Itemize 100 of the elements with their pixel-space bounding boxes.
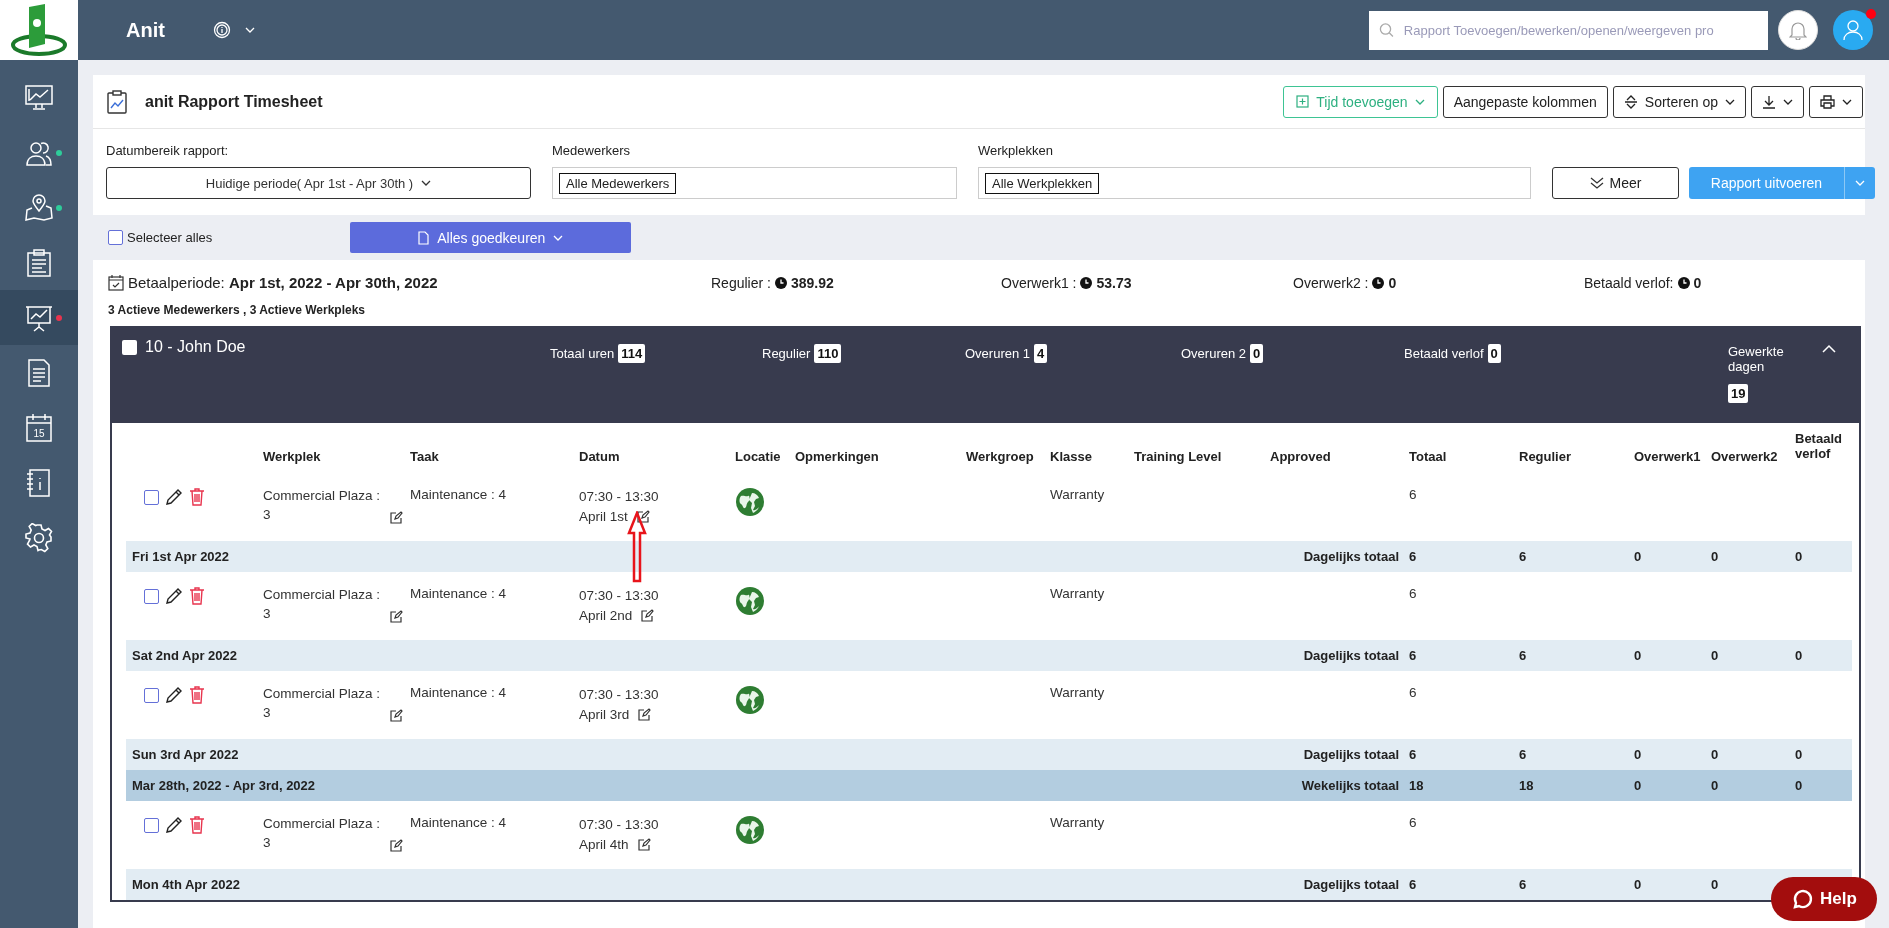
app-name: Anit bbox=[126, 18, 165, 42]
column-header: Betaald verlof bbox=[1795, 431, 1842, 461]
chevron-up-icon[interactable] bbox=[1822, 344, 1836, 353]
column-header: Datum bbox=[579, 449, 620, 464]
daily-total-label: Dagelijks totaal bbox=[1303, 747, 1399, 762]
sort-button[interactable]: Sorteren op bbox=[1612, 85, 1746, 118]
date-range-dropdown[interactable]: Huidige periode( Apr 1st - Apr 30th ) bbox=[106, 167, 531, 199]
total-label: Overwerk1 : bbox=[1001, 274, 1077, 291]
date-text: April 1st bbox=[579, 508, 628, 524]
globe-icon[interactable] bbox=[735, 815, 765, 845]
row-checkbox[interactable] bbox=[144, 588, 159, 604]
caret-icon bbox=[1414, 98, 1425, 105]
task-text: Maintenance : 4 bbox=[410, 487, 507, 502]
column-header: Werkplek bbox=[263, 449, 321, 464]
daily-total-label: Dagelijks totaal bbox=[1303, 549, 1399, 564]
row-checkbox[interactable] bbox=[144, 687, 159, 703]
select-all-checkbox[interactable] bbox=[108, 230, 123, 245]
edit-icon[interactable] bbox=[636, 838, 651, 852]
trash-icon[interactable] bbox=[189, 488, 205, 506]
pencil-icon[interactable] bbox=[165, 488, 183, 506]
weekly-total-label: Wekelijks totaal bbox=[1301, 778, 1399, 793]
settings-icon[interactable] bbox=[24, 522, 54, 553]
task-text: Maintenance : 4 bbox=[410, 685, 507, 700]
total-value: 18 bbox=[1519, 778, 1534, 793]
total-value: 0 bbox=[1634, 747, 1642, 762]
total-value: 0 bbox=[1795, 549, 1803, 564]
total-value: 6 bbox=[1409, 747, 1417, 762]
date-text: April 3rd bbox=[579, 706, 630, 722]
approve-all-button[interactable]: Alles goedkeuren bbox=[350, 222, 632, 253]
user-avatar[interactable] bbox=[1833, 10, 1873, 50]
total-value: 18 bbox=[1409, 778, 1424, 793]
class-text: Warranty bbox=[1050, 586, 1105, 601]
download-icon bbox=[1762, 94, 1776, 109]
sidebar-item[interactable] bbox=[0, 290, 78, 345]
workplace-text: Commercial Plaza : 3 bbox=[263, 685, 381, 722]
column-header: Overwerk2 bbox=[1711, 449, 1778, 464]
printer-icon bbox=[1820, 94, 1835, 109]
pencil-icon[interactable] bbox=[165, 686, 183, 704]
edit-icon[interactable] bbox=[389, 708, 403, 723]
globe-icon[interactable] bbox=[735, 586, 765, 616]
clock-icon bbox=[1372, 276, 1385, 289]
more-button[interactable]: Meer bbox=[1552, 167, 1679, 199]
caret-icon bbox=[553, 234, 564, 241]
search-field[interactable]: Rapport Toevoegen/bewerken/openen/weergeven pro bbox=[1369, 10, 1768, 50]
monitor-chart-icon[interactable] bbox=[24, 83, 54, 112]
download-button[interactable] bbox=[1751, 85, 1804, 118]
globe-icon[interactable] bbox=[735, 487, 765, 517]
select-all-label[interactable]: Selecteer alles bbox=[127, 230, 213, 245]
trash-icon[interactable] bbox=[189, 686, 205, 704]
map-pin-icon[interactable] bbox=[24, 193, 54, 222]
total-value: 6 bbox=[1409, 877, 1417, 892]
filter-tag[interactable]: Alle Medewerkers bbox=[559, 172, 677, 194]
caret-icon bbox=[244, 27, 255, 33]
sidebar-item[interactable]: 15 bbox=[0, 400, 78, 455]
stat-badge: 0 bbox=[1250, 344, 1264, 363]
trash-icon[interactable] bbox=[189, 816, 205, 834]
employee-name: 10 - John Doe bbox=[145, 338, 246, 356]
edit-icon[interactable] bbox=[637, 708, 652, 722]
trash-icon[interactable] bbox=[189, 587, 205, 605]
add-icon bbox=[1296, 95, 1310, 108]
row-checkbox[interactable] bbox=[144, 817, 159, 833]
edit-icon[interactable] bbox=[389, 510, 403, 525]
logo-icon[interactable] bbox=[9, 3, 69, 57]
sort-icon bbox=[1623, 94, 1638, 109]
filter-label: Datumbereik rapport: bbox=[106, 143, 230, 158]
calendar-check-icon bbox=[108, 274, 124, 291]
notification-button[interactable] bbox=[1778, 10, 1818, 50]
edit-icon[interactable] bbox=[389, 609, 403, 624]
presentation-chart-icon[interactable] bbox=[24, 303, 54, 332]
filter-field[interactable]: Alle Medewerkers bbox=[552, 167, 957, 199]
time-range: 07:30 - 13:30 bbox=[579, 686, 660, 704]
day-date: Sun 3rd Apr 2022 bbox=[132, 747, 239, 762]
info-icon[interactable] bbox=[212, 21, 231, 39]
pencil-icon[interactable] bbox=[165, 587, 183, 605]
stat-badge: 0 bbox=[1487, 344, 1501, 363]
total-value: 6 bbox=[1409, 586, 1417, 601]
day-date: Fri 1st Apr 2022 bbox=[132, 549, 230, 564]
edit-icon[interactable] bbox=[635, 510, 650, 524]
time-range: 07:30 - 13:30 bbox=[579, 488, 660, 506]
edit-icon[interactable] bbox=[640, 609, 655, 623]
search-icon bbox=[1379, 22, 1394, 38]
pencil-icon[interactable] bbox=[165, 816, 183, 834]
row-checkbox[interactable] bbox=[144, 489, 159, 505]
employee-checkbox[interactable] bbox=[122, 339, 137, 355]
globe-icon[interactable] bbox=[735, 685, 765, 715]
calendar-icon[interactable]: 15 bbox=[24, 412, 54, 443]
column-header: Klasse bbox=[1050, 449, 1092, 464]
columns-button[interactable]: Aangepaste kolommen bbox=[1442, 85, 1608, 118]
date-text: April 2nd bbox=[579, 607, 633, 623]
edit-icon[interactable] bbox=[389, 838, 403, 853]
total-value: 6 bbox=[1409, 815, 1417, 830]
double-chevron-icon bbox=[1589, 177, 1604, 189]
total-value: 6 bbox=[1409, 648, 1417, 663]
filter-field[interactable]: Alle Werkplekken bbox=[978, 167, 1531, 199]
total-value: 53.73 bbox=[1096, 274, 1132, 291]
stat-label: Totaal uren bbox=[550, 346, 615, 361]
print-button[interactable] bbox=[1809, 85, 1863, 118]
help-button[interactable]: Help bbox=[1771, 877, 1877, 921]
clipboard-icon[interactable] bbox=[24, 248, 54, 277]
filter-tag[interactable]: Alle Werkplekken bbox=[985, 172, 1100, 194]
